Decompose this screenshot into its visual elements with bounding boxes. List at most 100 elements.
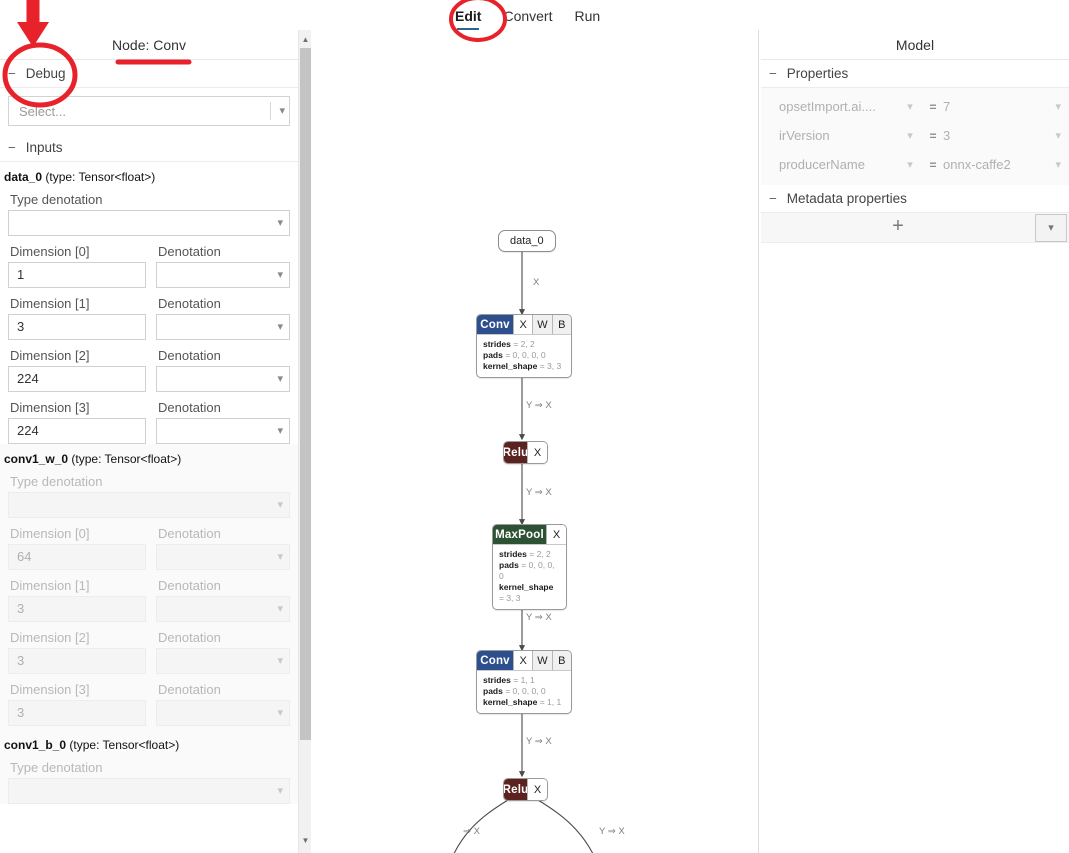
denotation-label: Denotation (158, 348, 221, 363)
chevron-down-icon[interactable]: ▾ (1035, 158, 1061, 171)
property-name: producerName (779, 157, 865, 172)
add-metadata-button[interactable]: + (761, 216, 1035, 239)
model-properties-list: opsetImport.ai.... ▾ = 7 ▾ irVersion ▾ =… (761, 88, 1069, 185)
type-denotation-select: ▾ (8, 778, 290, 804)
metadata-dropdown-button[interactable]: ▾ (1035, 213, 1067, 242)
node-port-x[interactable]: X (527, 442, 547, 463)
chevron-down-icon: ▾ (277, 498, 283, 511)
section-debug[interactable]: − Debug (0, 60, 298, 88)
equals-sign: = (929, 157, 937, 172)
property-row[interactable]: irVersion ▾ = 3 ▾ (761, 121, 1069, 150)
section-metadata-properties[interactable]: − Metadata properties (761, 185, 1069, 213)
graph-canvas[interactable]: data_0 Conv X W B strides = 2, 2 pads = … (312, 30, 758, 853)
node-attributes: strides = 1, 1 pads = 0, 0, 0, 0 kernel_… (477, 670, 571, 713)
chevron-down-icon[interactable]: ▾ (277, 425, 283, 437)
node-port-b[interactable]: B (551, 315, 571, 334)
graph-node-maxpool-1[interactable]: MaxPool X strides = 2, 2 pads = 0, 0, 0,… (492, 524, 567, 610)
dimension-label: Dimension [3] (10, 682, 90, 697)
node-port-w[interactable]: W (532, 651, 552, 670)
dimension-input: 3 (8, 596, 146, 622)
dimension-label: Dimension [0] (10, 244, 90, 259)
graph-node-relu-1[interactable]: Relu X (503, 441, 548, 464)
debug-select[interactable]: Select... ▾ (8, 96, 290, 126)
graph-node-relu-2[interactable]: Relu X (503, 778, 548, 801)
graph-node-conv-2[interactable]: Conv X W B strides = 1, 1 pads = 0, 0, 0… (476, 650, 572, 714)
left-panel-scrollbar[interactable]: ▲ ▼ (298, 30, 311, 853)
node-port-w[interactable]: W (532, 315, 552, 334)
denotation-select: ▾ (156, 700, 290, 726)
type-denotation-label: Type denotation (10, 474, 103, 489)
collapse-toggle-icon[interactable]: − (8, 134, 22, 162)
chevron-down-icon[interactable]: ▾ (1035, 129, 1061, 142)
edge-label: ⇒ X (463, 826, 480, 837)
chevron-down-icon[interactable]: ▾ (277, 321, 283, 333)
chevron-down-icon[interactable]: ▾ (897, 158, 923, 171)
page-title: Node: Conv (0, 30, 298, 60)
dimension-label: Dimension [3] (10, 400, 90, 415)
denotation-label: Denotation (158, 244, 221, 259)
graph-node-conv-1[interactable]: Conv X W B strides = 2, 2 pads = 0, 0, 0… (476, 314, 572, 378)
dimension-input[interactable]: 1 (8, 262, 146, 288)
tab-convert[interactable]: Convert (503, 8, 552, 29)
node-port-b[interactable]: B (551, 651, 571, 670)
type-denotation-label: Type denotation (10, 760, 103, 775)
type-denotation-label: Type denotation (10, 192, 103, 207)
chevron-down-icon[interactable]: ▾ (897, 129, 923, 142)
tensor-group-conv1_w_0: conv1_w_0 (type: Tensor<float>) Type den… (0, 444, 298, 730)
edge-label: Y ⇒ X (526, 400, 552, 411)
denotation-label: Denotation (158, 682, 221, 697)
node-port-x[interactable]: X (546, 525, 566, 544)
dimension-input[interactable]: 224 (8, 418, 146, 444)
denotation-select: ▾ (156, 648, 290, 674)
property-name: opsetImport.ai.... (779, 99, 876, 114)
denotation-label: Denotation (158, 630, 221, 645)
metadata-add-row: + ▾ (761, 213, 1069, 243)
denotation-select[interactable]: ▾ (156, 366, 290, 392)
debug-select-placeholder: Select... (19, 103, 66, 119)
dimension-input[interactable]: 224 (8, 366, 146, 392)
chevron-down-icon[interactable]: ▾ (279, 105, 285, 117)
dimension-input[interactable]: 3 (8, 314, 146, 340)
section-metadata-label: Metadata properties (786, 191, 907, 206)
collapse-toggle-icon[interactable]: − (769, 185, 783, 213)
property-value: 7 (943, 99, 951, 114)
denotation-label: Denotation (158, 578, 221, 593)
node-port-x[interactable]: X (513, 315, 533, 334)
chevron-down-icon[interactable]: ▾ (1035, 100, 1061, 113)
tab-edit[interactable]: Edit (455, 8, 481, 30)
tab-run[interactable]: Run (574, 8, 600, 29)
node-title: Conv (477, 651, 513, 670)
property-row[interactable]: producerName ▾ = onnx-caffe2 ▾ (761, 150, 1069, 179)
chevron-down-icon[interactable]: ▾ (897, 100, 923, 113)
denotation-select[interactable]: ▾ (156, 418, 290, 444)
scrollbar-thumb[interactable] (300, 48, 311, 740)
section-inputs[interactable]: − Inputs (0, 134, 298, 162)
section-inputs-label: Inputs (25, 140, 63, 155)
tensor-name: conv1_w_0 (type: Tensor<float>) (4, 452, 182, 466)
dimension-label: Dimension [0] (10, 526, 90, 541)
collapse-toggle-icon[interactable]: − (769, 60, 783, 88)
property-row[interactable]: opsetImport.ai.... ▾ = 7 ▾ (761, 92, 1069, 121)
section-debug-label: Debug (25, 66, 66, 81)
denotation-select: ▾ (156, 596, 290, 622)
chevron-down-icon[interactable]: ▾ (277, 269, 283, 281)
scroll-up-icon[interactable]: ▲ (299, 32, 312, 46)
edge-label: Y ⇒ X (599, 826, 625, 837)
tensor-group-conv1_b_0: conv1_b_0 (type: Tensor<float>) Type den… (0, 730, 298, 804)
denotation-select[interactable]: ▾ (156, 314, 290, 340)
graph-node-data_0[interactable]: data_0 (498, 230, 556, 252)
chevron-down-icon[interactable]: ▾ (277, 217, 283, 229)
node-port-x[interactable]: X (513, 651, 533, 670)
scroll-down-icon[interactable]: ▼ (299, 833, 312, 847)
chevron-down-icon: ▾ (277, 654, 283, 667)
section-properties[interactable]: − Properties (761, 60, 1069, 88)
denotation-select[interactable]: ▾ (156, 262, 290, 288)
node-title: Relu (504, 442, 528, 463)
top-tab-bar: Edit Convert Run (0, 0, 1069, 30)
node-port-x[interactable]: X (527, 779, 547, 800)
chevron-down-icon[interactable]: ▾ (277, 373, 283, 385)
tensor-name: data_0 (type: Tensor<float>) (4, 170, 156, 184)
collapse-toggle-icon[interactable]: − (8, 60, 22, 88)
type-denotation-select[interactable]: ▾ (8, 210, 290, 236)
edge-label: X (533, 277, 540, 288)
